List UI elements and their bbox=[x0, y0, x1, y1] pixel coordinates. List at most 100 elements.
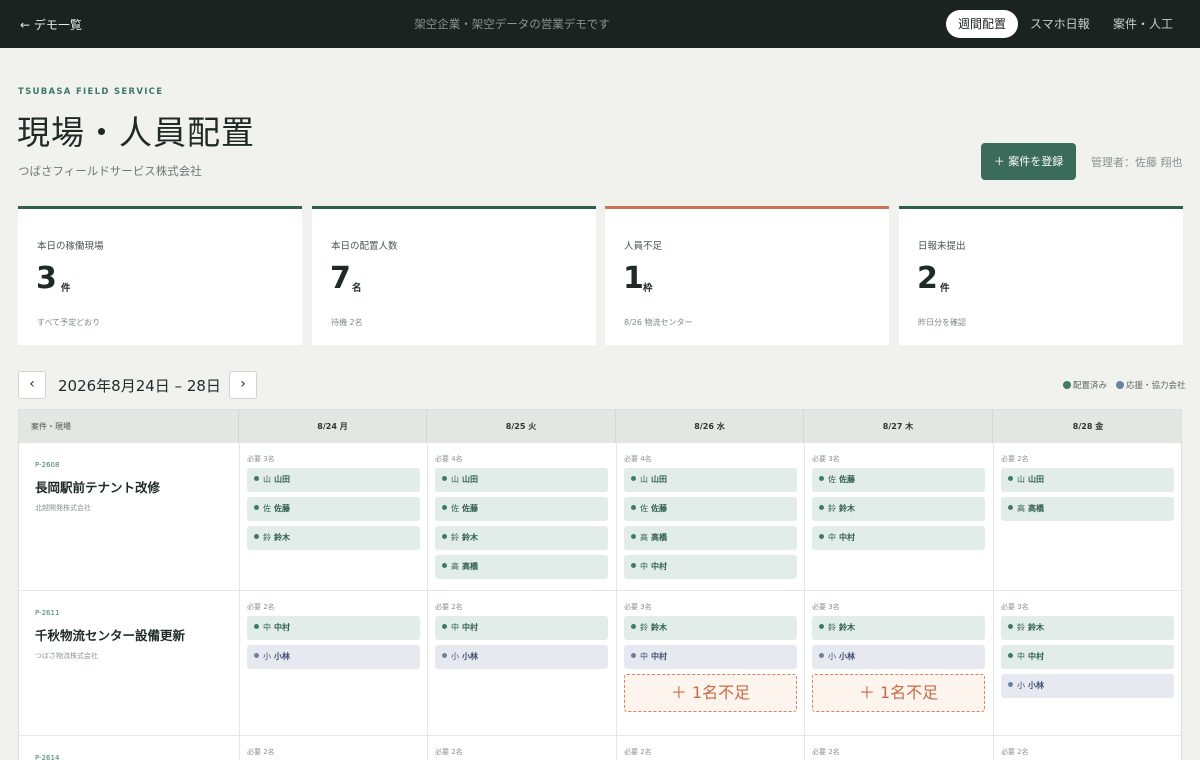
column-divider bbox=[804, 443, 805, 760]
worker-status-dot-icon bbox=[1008, 653, 1013, 658]
worker-name: 鈴木 bbox=[274, 533, 290, 542]
required-count: 必要 2名 bbox=[1001, 748, 1029, 756]
assigned-worker-chip[interactable]: 山山田 bbox=[247, 468, 420, 492]
column-divider bbox=[427, 443, 428, 760]
assigned-worker-chip[interactable]: 鈴鈴木 bbox=[812, 497, 985, 521]
required-count: 必要 3名 bbox=[247, 455, 275, 463]
assigned-worker-chip[interactable]: 鈴鈴木 bbox=[247, 526, 420, 550]
worker-initial: 鈴 bbox=[828, 504, 836, 513]
worker-status-dot-icon bbox=[1008, 682, 1013, 687]
worker-initial: 中 bbox=[451, 623, 459, 632]
assigned-worker-chip[interactable]: 高高橋 bbox=[1001, 497, 1174, 521]
next-week-button[interactable]: › bbox=[229, 371, 257, 399]
worker-status-dot-icon bbox=[254, 624, 259, 629]
worker-status-dot-icon bbox=[631, 476, 636, 481]
worker-name: 山田 bbox=[651, 475, 667, 484]
assigned-worker-chip[interactable]: 山山田 bbox=[435, 468, 608, 492]
assigned-worker-chip[interactable]: 小小林 bbox=[435, 645, 608, 669]
assigned-worker-chip[interactable]: 小小林 bbox=[247, 645, 420, 669]
assigned-worker-chip[interactable]: 小小林 bbox=[1001, 674, 1174, 698]
assigned-worker-chip[interactable]: 小小林 bbox=[812, 645, 985, 669]
worker-name: 小林 bbox=[1028, 681, 1044, 690]
stat-value: 2 bbox=[917, 261, 938, 296]
project-name[interactable]: 長岡駅前テナント改修 bbox=[35, 477, 160, 496]
assigned-worker-chip[interactable]: 中中村 bbox=[247, 616, 420, 640]
assigned-worker-chip[interactable]: 佐佐藤 bbox=[435, 497, 608, 521]
column-divider bbox=[616, 443, 617, 760]
stat-note: 昨日分を確認 bbox=[918, 318, 966, 327]
worker-status-dot-icon bbox=[631, 534, 636, 539]
worker-name: 中村 bbox=[274, 623, 290, 632]
worker-status-dot-icon bbox=[254, 505, 259, 510]
top-navigation-bar: ← デモ一覧 架空企業・架空データの営業デモです 週間配置 スマホ日報 案件・人… bbox=[0, 0, 1200, 48]
assigned-worker-chip[interactable]: 中中村 bbox=[1001, 645, 1174, 669]
required-count: 必要 3名 bbox=[624, 603, 652, 611]
assigned-worker-chip[interactable]: 中中村 bbox=[812, 526, 985, 550]
assigned-worker-chip[interactable]: 鈴鈴木 bbox=[435, 526, 608, 550]
tab-weekly-assignment[interactable]: 週間配置 bbox=[946, 10, 1019, 38]
worker-initial: 中 bbox=[1017, 652, 1025, 661]
assigned-worker-chip[interactable]: 中中村 bbox=[435, 616, 608, 640]
assigned-worker-chip[interactable]: 鈴鈴木 bbox=[812, 616, 985, 640]
tab-mobile-daily-report[interactable]: スマホ日報 bbox=[1018, 10, 1102, 38]
worker-initial: 小 bbox=[828, 652, 836, 661]
row-divider bbox=[19, 735, 1181, 736]
assigned-worker-chip[interactable]: 中中村 bbox=[624, 555, 797, 579]
worker-name: 高橋 bbox=[462, 562, 478, 571]
assigned-worker-chip[interactable]: 佐佐藤 bbox=[247, 497, 420, 521]
stat-note: 待機 2名 bbox=[331, 318, 363, 327]
worker-initial: 鈴 bbox=[828, 623, 836, 632]
assigned-worker-chip[interactable]: 山山田 bbox=[624, 468, 797, 492]
project-name[interactable]: 千秋物流センター設備更新 bbox=[35, 625, 185, 644]
stat-value: 7 bbox=[330, 261, 351, 296]
row-divider bbox=[19, 590, 1181, 591]
stat-card-active-sites: 本日の稼働現場 3 件 すべて予定どおり bbox=[18, 206, 302, 345]
project-code: P-2611 bbox=[35, 609, 60, 617]
assigned-worker-chip[interactable]: 鈴鈴木 bbox=[1001, 616, 1174, 640]
worker-status-dot-icon bbox=[1008, 624, 1013, 629]
worker-name: 鈴木 bbox=[462, 533, 478, 542]
worker-initial: 中 bbox=[828, 533, 836, 542]
worker-initial: 山 bbox=[640, 475, 648, 484]
assigned-worker-chip[interactable]: 鈴鈴木 bbox=[624, 616, 797, 640]
stat-label: 日報未提出 bbox=[918, 241, 966, 252]
stat-unit: 件 bbox=[940, 283, 950, 294]
worker-name: 山田 bbox=[1028, 475, 1044, 484]
page-title: 現場・人員配置 bbox=[17, 113, 255, 152]
stat-card-assigned-people: 本日の配置人数 7 名 待機 2名 bbox=[312, 206, 596, 345]
column-divider bbox=[239, 443, 240, 760]
column-header-project: 案件・現場 bbox=[19, 410, 239, 443]
assigned-worker-chip[interactable]: 佐佐藤 bbox=[624, 497, 797, 521]
project-code: P-2608 bbox=[35, 461, 60, 469]
staff-shortage-slot[interactable]: ＋ 1名不足 bbox=[624, 674, 797, 712]
tab-projects-manhours[interactable]: 案件・人工 bbox=[1101, 10, 1185, 38]
stat-label: 本日の配置人数 bbox=[331, 241, 398, 252]
worker-initial: 鈴 bbox=[1017, 623, 1025, 632]
assigned-worker-chip[interactable]: 高高橋 bbox=[435, 555, 608, 579]
worker-status-dot-icon bbox=[631, 563, 636, 568]
worker-initial: 小 bbox=[263, 652, 271, 661]
assigned-worker-chip[interactable]: 山山田 bbox=[1001, 468, 1174, 492]
assigned-worker-chip[interactable]: 高高橋 bbox=[624, 526, 797, 550]
assigned-worker-chip[interactable]: 中中村 bbox=[624, 645, 797, 669]
required-count: 必要 3名 bbox=[1001, 603, 1029, 611]
worker-status-dot-icon bbox=[442, 653, 447, 658]
demo-notice: 架空企業・架空データの営業デモです bbox=[414, 17, 610, 31]
worker-name: 鈴木 bbox=[839, 623, 855, 632]
assigned-worker-chip[interactable]: 佐佐藤 bbox=[812, 468, 985, 492]
register-project-button[interactable]: ＋ 案件を登録 bbox=[981, 143, 1076, 180]
legend-dot-icon bbox=[1116, 381, 1124, 389]
staff-shortage-slot[interactable]: ＋ 1名不足 bbox=[812, 674, 985, 712]
worker-initial: 中 bbox=[263, 623, 271, 632]
worker-initial: 佐 bbox=[263, 504, 271, 513]
stat-unit: 枠 bbox=[643, 283, 653, 294]
worker-initial: 高 bbox=[451, 562, 459, 571]
worker-name: 高橋 bbox=[651, 533, 667, 542]
previous-week-button[interactable]: ‹ bbox=[18, 371, 46, 399]
required-count: 必要 4名 bbox=[624, 455, 652, 463]
worker-name: 中村 bbox=[462, 623, 478, 632]
worker-status-dot-icon bbox=[819, 653, 824, 658]
worker-status-dot-icon bbox=[631, 653, 636, 658]
worker-name: 鈴木 bbox=[651, 623, 667, 632]
worker-initial: 中 bbox=[640, 652, 648, 661]
